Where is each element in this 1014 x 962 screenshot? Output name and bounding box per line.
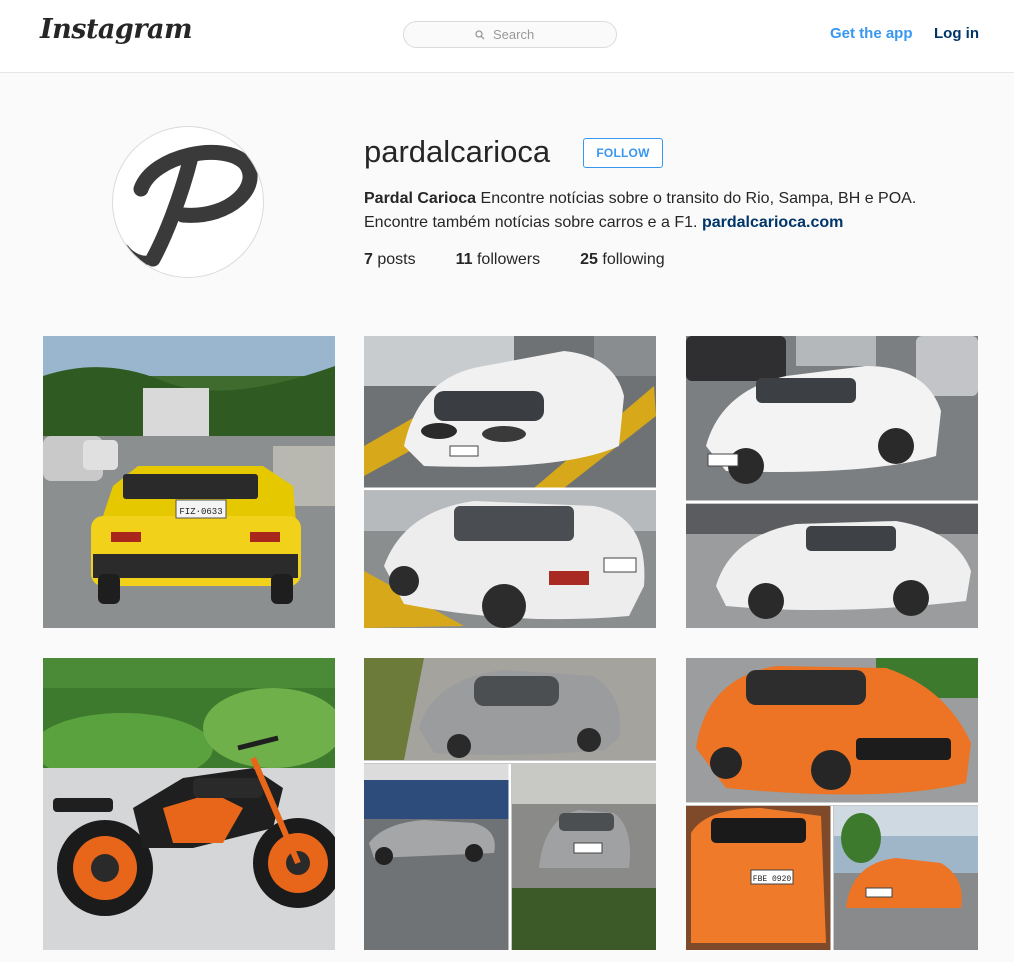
grey-aston-martin-collage-photo <box>364 658 656 950</box>
following-label: following <box>602 251 665 268</box>
following-count: 25 <box>580 251 598 268</box>
profile-stats: 7 posts 11 followers 25 following <box>364 251 705 269</box>
profile-bio: Pardal Carioca Encontre notícias sobre o… <box>364 187 944 235</box>
posts-stat: 7 posts <box>364 251 416 269</box>
yellow-camaro-photo: FIZ·0633 <box>43 336 335 628</box>
post-tile-2[interactable] <box>364 336 656 628</box>
follow-button[interactable]: FOLLOW <box>583 138 663 168</box>
ktm-motorcycle-photo <box>43 658 335 950</box>
followers-stat[interactable]: 11 followers <box>456 251 541 269</box>
profile-avatar[interactable] <box>112 126 264 278</box>
following-stat[interactable]: 25 following <box>580 251 665 269</box>
search-input[interactable] <box>491 26 545 43</box>
followers-label: followers <box>476 251 541 268</box>
post-tile-4[interactable] <box>43 658 335 950</box>
followers-count: 11 <box>455 251 473 268</box>
plate-text: FBE 0920 <box>753 875 792 884</box>
post-tile-5[interactable] <box>364 658 656 950</box>
pardal-p-logo <box>120 144 258 267</box>
login-link[interactable]: Log in <box>934 25 979 42</box>
plate-text: FIZ·0633 <box>179 507 222 517</box>
top-nav: Instagram Get the app Log in <box>0 0 1014 73</box>
website-link[interactable]: pardalcarioca.com <box>702 214 843 231</box>
posts-label: posts <box>377 251 416 268</box>
post-tile-3[interactable] <box>686 336 978 628</box>
search-icon <box>475 29 485 39</box>
posts-count: 7 <box>364 251 373 268</box>
get-app-link[interactable]: Get the app <box>830 25 913 42</box>
instagram-logo[interactable]: Instagram <box>40 14 193 45</box>
profile-full-name: Pardal Carioca <box>364 190 477 207</box>
bio-line-1: Encontre notícias sobre o transito do Ri… <box>480 190 917 207</box>
post-tile-1[interactable]: FIZ·0633 <box>43 336 335 628</box>
profile-username: pardalcarioca <box>364 134 551 169</box>
white-jaguar-collage-photo <box>686 336 978 628</box>
bio-line-2: Encontre também notícias sobre carros e … <box>364 214 698 231</box>
white-bmw-collage-photo <box>364 336 656 628</box>
orange-civic-collage-photo: FBE 0920 <box>686 658 978 950</box>
post-tile-6[interactable]: FBE 0920 <box>686 658 978 950</box>
search-box[interactable] <box>403 21 617 48</box>
